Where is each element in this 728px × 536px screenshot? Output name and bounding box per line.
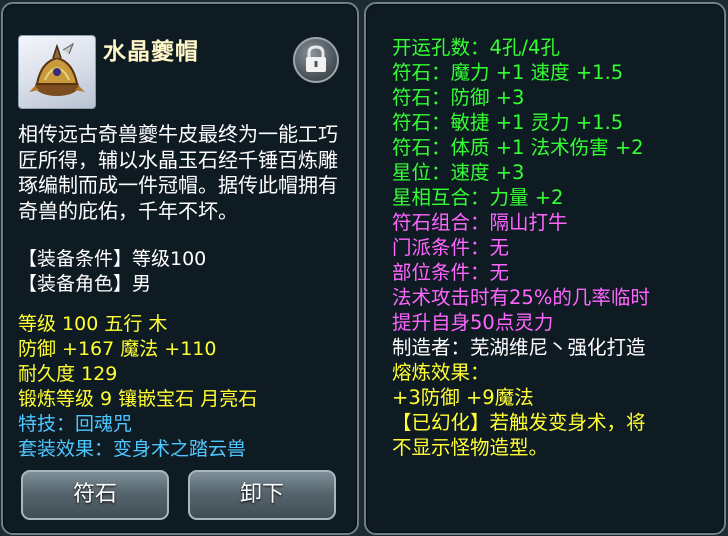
lock-icon: [306, 45, 326, 72]
set-effect-line: 套装效果：变身术之踏云兽: [18, 438, 247, 460]
item-details-panel: 开运孔数：4孔/4孔 符石：魔力 +1 速度 +1.5 符石：防御 +3 符石：…: [364, 2, 726, 535]
rune-button[interactable]: 符石: [21, 470, 169, 520]
level-element-line: 等级 100 五行 木: [18, 313, 168, 335]
defense-magic-line: 防御 +167 魔法 +110: [18, 338, 217, 360]
item-tooltip-panel: 水晶夔帽 相传远古奇兽夔牛皮最终为一能工巧匠所得，辅以水晶玉石经千锤百炼雕琢编制…: [1, 2, 359, 535]
item-description: 相传远古奇兽夔牛皮最终为一能工巧匠所得，辅以水晶玉石经千锤百炼雕琢编制而成一件冠…: [18, 122, 338, 223]
helmet-icon: [18, 35, 96, 109]
requirement-role: 【装备角色】男: [18, 273, 152, 295]
forge-gem-line: 锻炼等级 9 镶嵌宝石 月亮石: [18, 388, 258, 410]
lock-button[interactable]: [293, 37, 339, 83]
requirement-level: 【装备条件】等级100: [18, 248, 207, 270]
item-name: 水晶夔帽: [103, 39, 199, 65]
durability-line: 耐久度 129: [18, 363, 118, 385]
illusion-line-2: 不显示怪物造型。: [392, 436, 549, 459]
special-skill-line: 特技：回魂咒: [18, 413, 133, 435]
unequip-button[interactable]: 卸下: [188, 470, 336, 520]
